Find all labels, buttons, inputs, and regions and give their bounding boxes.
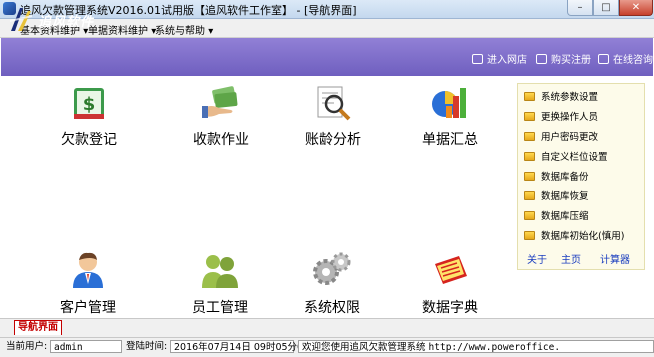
menu-db-initialize[interactable]: 数据库初始化(慎用) bbox=[524, 227, 624, 243]
minimize-icon: – bbox=[577, 2, 583, 13]
tile-data-dictionary[interactable]: 数据字典 bbox=[418, 250, 482, 317]
welcome-text: 欢迎您使用追风欠款管理系统 bbox=[302, 342, 426, 353]
staff-icon bbox=[202, 255, 238, 288]
menu-db-backup[interactable]: 数据库备份 bbox=[524, 168, 589, 184]
tile-label: 客户管理 bbox=[60, 300, 116, 316]
chart-summary-icon bbox=[432, 88, 466, 118]
tile-customer-management[interactable]: 客户管理 bbox=[56, 250, 120, 317]
register-link-label: 购买注册 bbox=[551, 55, 591, 66]
homepage-link[interactable]: 主页 bbox=[561, 251, 581, 266]
tile-label: 数据字典 bbox=[422, 300, 478, 316]
side-item-label: 数据库备份 bbox=[541, 172, 589, 183]
magnifier-report-icon bbox=[317, 86, 351, 121]
menu-label: 系统与帮助 bbox=[155, 26, 205, 37]
close-icon: ✕ bbox=[631, 2, 641, 13]
side-item-label: 系统参数设置 bbox=[541, 92, 599, 103]
menu-db-restore[interactable]: 数据库恢复 bbox=[524, 187, 589, 203]
cart-icon bbox=[472, 53, 483, 64]
calculator-link[interactable]: 计算器 bbox=[600, 251, 630, 266]
tile-collection[interactable]: 收款作业 bbox=[189, 84, 253, 149]
status-message: 欢迎您使用追风欠款管理系统 http://www.poweroffice. bbox=[298, 340, 654, 353]
register-link[interactable]: 购买注册 bbox=[536, 51, 591, 66]
folder-icon bbox=[524, 230, 535, 240]
tile-label: 员工管理 bbox=[192, 300, 248, 316]
menu-switch-operator[interactable]: 更换操作人员 bbox=[524, 108, 598, 124]
menu-system-help[interactable]: 系统与帮助 ▾ bbox=[155, 22, 213, 37]
tile-label: 单据汇总 bbox=[422, 132, 478, 148]
tile-staff-management[interactable]: 员工管理 bbox=[188, 250, 252, 317]
menu-label: 单据资料维护 bbox=[88, 26, 148, 37]
folder-icon bbox=[524, 111, 535, 121]
current-user-label: 当前用户: bbox=[6, 341, 48, 352]
folder-icon bbox=[524, 131, 535, 141]
money-ledger-icon: $ bbox=[74, 88, 104, 119]
login-time-label: 登陆时间: bbox=[126, 341, 168, 352]
tab-strip bbox=[0, 318, 654, 337]
minimize-button[interactable]: – bbox=[567, 0, 593, 16]
side-item-label: 自定义栏位设置 bbox=[541, 152, 608, 163]
cash-hand-icon bbox=[202, 86, 238, 118]
menu-change-password[interactable]: 用户密码更改 bbox=[524, 128, 598, 144]
folder-icon bbox=[524, 151, 535, 161]
folder-icon bbox=[524, 190, 535, 200]
shop-link-label: 进入网店 bbox=[487, 55, 527, 66]
menu-document-data[interactable]: 单据资料维护 ▾ bbox=[88, 22, 156, 37]
folder-icon bbox=[524, 171, 535, 181]
tile-document-summary[interactable]: 单据汇总 bbox=[418, 82, 482, 149]
tile-debt-register[interactable]: $ 欠款登记 bbox=[58, 84, 120, 149]
dictionary-icon bbox=[435, 256, 467, 284]
login-time-value: 2016年07月14日 09时05分07秒 bbox=[170, 340, 319, 353]
tile-label: 账龄分析 bbox=[305, 132, 361, 148]
consult-link-label: 在线咨询 bbox=[613, 55, 653, 66]
side-item-label: 更换操作人员 bbox=[541, 112, 599, 123]
folder-icon bbox=[524, 91, 535, 101]
maximize-button[interactable]: □ bbox=[593, 0, 619, 16]
side-item-label: 数据库初始化(慎用) bbox=[541, 231, 625, 242]
logo-icon bbox=[10, 8, 32, 31]
maximize-icon: □ bbox=[601, 2, 611, 13]
side-item-label: 数据库恢复 bbox=[541, 191, 589, 202]
caret-down-icon: ▾ bbox=[208, 26, 214, 37]
side-item-label: 数据库压缩 bbox=[541, 211, 589, 222]
consult-link[interactable]: 在线咨询 bbox=[598, 51, 653, 66]
menu-system-params[interactable]: 系统参数设置 bbox=[524, 88, 598, 104]
website-url: http://www.poweroffice. bbox=[428, 342, 561, 353]
tile-label: 收款作业 bbox=[193, 132, 249, 148]
tile-aging-analysis[interactable]: 账龄分析 bbox=[301, 84, 365, 149]
folder-icon bbox=[524, 210, 535, 220]
current-user-value: admin bbox=[50, 340, 122, 353]
menu-db-compress[interactable]: 数据库压缩 bbox=[524, 207, 589, 223]
svg-text:$: $ bbox=[83, 94, 96, 115]
chat-icon bbox=[598, 53, 609, 64]
customer-icon bbox=[73, 252, 103, 288]
side-item-label: 用户密码更改 bbox=[541, 132, 599, 143]
tile-system-permissions[interactable]: 系统权限 bbox=[300, 250, 364, 317]
close-button[interactable]: ✕ bbox=[619, 0, 653, 16]
register-icon bbox=[536, 53, 547, 64]
shop-link[interactable]: 进入网店 bbox=[472, 51, 527, 66]
logo-text: 追风软件 bbox=[38, 15, 95, 30]
tile-label: 系统权限 bbox=[304, 300, 360, 316]
gears-icon bbox=[313, 252, 351, 285]
about-link[interactable]: 关于 bbox=[527, 251, 547, 266]
tab-navigation[interactable]: 导航界面 bbox=[14, 320, 62, 335]
menu-custom-fields[interactable]: 自定义栏位设置 bbox=[524, 148, 608, 164]
tile-label: 欠款登记 bbox=[61, 132, 117, 148]
